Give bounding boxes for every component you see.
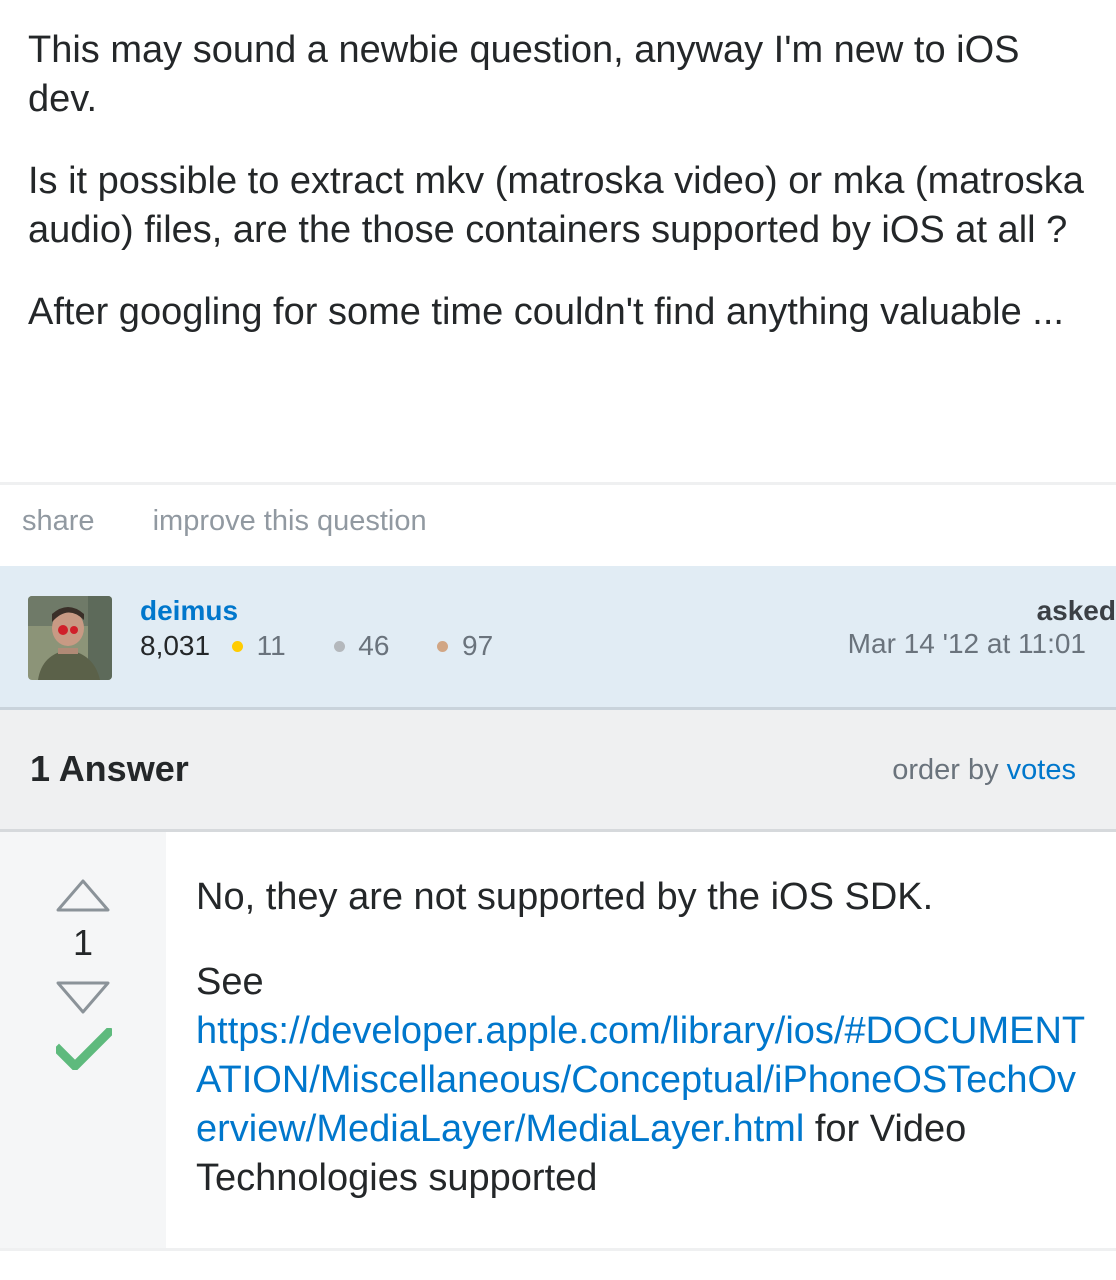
see-text: See — [196, 961, 264, 1003]
vote-count: 1 — [72, 922, 94, 963]
question-actions: share improve this question — [22, 505, 477, 538]
page: This may sound a newbie question, anyway… — [0, 0, 1116, 1280]
answers-header: 1 Answer order by votes — [0, 710, 1116, 829]
vote-column: 1 — [0, 832, 166, 1250]
owner-card: deimus 8,031 11 46 97 asked Mar 14 '12 a… — [0, 566, 1116, 707]
answers-header-border — [0, 829, 1116, 832]
gold-badge-icon — [231, 641, 243, 652]
answer-paragraph: No, they are not supported by the iOS SD… — [196, 876, 934, 918]
question-body: This may sound a newbie question, anyway… — [28, 26, 1088, 337]
silver-badge-icon — [333, 641, 345, 652]
avatar[interactable] — [28, 596, 112, 680]
asked-label: asked — [1036, 595, 1116, 626]
reputation-score: 8,031 — [140, 630, 211, 661]
order-by: order by votes — [892, 754, 1076, 787]
upvote-arrow-icon[interactable] — [55, 877, 111, 913]
gold-badge-count: 11 — [256, 630, 286, 661]
question-paragraph: Is it possible to extract mkv (matroska … — [28, 160, 1084, 251]
user-name-link[interactable]: deimus — [140, 595, 238, 627]
answer-separator — [0, 1248, 1116, 1251]
asked-time: Mar 14 '12 at 11:01 — [847, 628, 1086, 659]
avatar-image — [28, 596, 112, 680]
answer-paragraph: See https://developer.apple.com/library/i… — [196, 958, 1086, 1203]
question-separator — [0, 482, 1116, 485]
question-paragraph: After googling for some time couldn't fi… — [28, 291, 1064, 333]
silver-badge-count: 46 — [358, 630, 390, 661]
order-by-votes-link[interactable]: votes — [1007, 754, 1076, 786]
bronze-badge-icon — [437, 641, 449, 652]
share-link[interactable]: share — [22, 505, 95, 538]
question-paragraph: This may sound a newbie question, anyway… — [28, 29, 1020, 120]
order-by-label: order by — [892, 754, 999, 786]
improve-question-link[interactable]: improve this question — [153, 505, 427, 538]
answer-body: No, they are not supported by the iOS SD… — [196, 873, 1086, 1203]
bronze-badge-count: 97 — [462, 630, 494, 661]
answers-count: 1 Answer — [30, 748, 189, 789]
accepted-check-icon — [56, 1028, 112, 1070]
downvote-arrow-icon[interactable] — [55, 980, 111, 1016]
user-stats: 8,031 11 46 97 — [140, 630, 519, 662]
